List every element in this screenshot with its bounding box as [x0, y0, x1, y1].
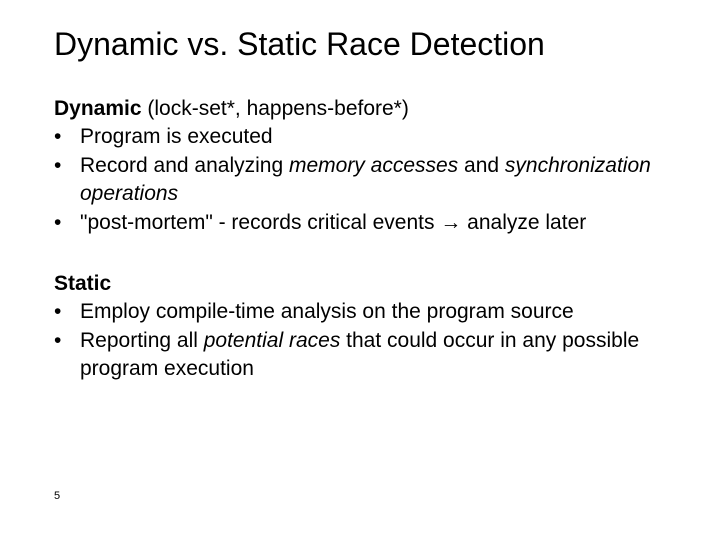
dynamic-section: Dynamic (lock-set*, happens-before*) Pro…	[54, 97, 680, 236]
page-number: 5	[54, 490, 60, 502]
bullet-item: Record and analyzing memory accesses and…	[54, 152, 680, 207]
bullet-item: "post-mortem" - records critical events …	[54, 209, 680, 236]
static-bullets: Employ compile-time analysis on the prog…	[54, 298, 680, 382]
slide: Dynamic vs. Static Race Detection Dynami…	[0, 0, 720, 540]
dynamic-bullets: Program is executed Record and analyzing…	[54, 123, 680, 236]
bullet-item: Program is executed	[54, 123, 680, 150]
slide-title: Dynamic vs. Static Race Detection	[54, 26, 680, 63]
static-section: Static Employ compile-time analysis on t…	[54, 272, 680, 382]
dynamic-heading: Dynamic	[54, 97, 142, 120]
static-heading: Static	[54, 272, 111, 295]
bullet-item: Employ compile-time analysis on the prog…	[54, 298, 680, 325]
dynamic-subheading: (lock-set*, happens-before*)	[142, 97, 409, 120]
bullet-item: Reporting all potential races that could…	[54, 327, 680, 382]
